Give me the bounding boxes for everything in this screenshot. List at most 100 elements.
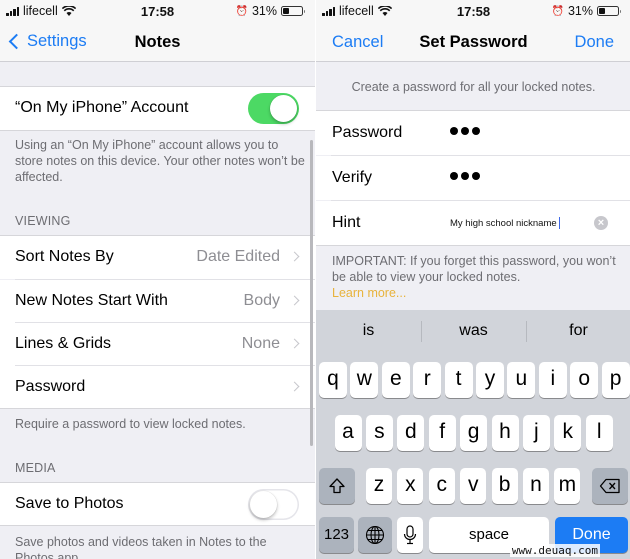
hint-value: My high school nickname [450, 217, 557, 229]
divider [0, 130, 315, 131]
key-o[interactable]: o [570, 362, 599, 398]
key-r[interactable]: r [413, 362, 442, 398]
key-t[interactable]: t [444, 362, 473, 398]
password-label: Password [332, 124, 403, 141]
account-footer-text: Using an “On My iPhone” account allows y… [15, 138, 305, 184]
predictive-bar: is was for [316, 310, 630, 352]
hint-input[interactable]: My high school nickname [450, 217, 561, 229]
learn-more-link[interactable]: Learn more... [332, 286, 406, 300]
key-i[interactable]: i [538, 362, 567, 398]
save-to-photos-toggle[interactable] [248, 489, 299, 520]
hint-field-row: Hint My high school nickname × [316, 201, 630, 245]
microphone-icon [403, 525, 417, 545]
key-c[interactable]: c [428, 468, 455, 504]
row-label: Password [15, 378, 86, 395]
key-u[interactable]: u [507, 362, 536, 398]
backspace-icon [599, 478, 620, 494]
watermark: www.deuaq.com [509, 544, 600, 557]
alarm-icon: ⏰ [551, 5, 564, 17]
key-b[interactable]: b [491, 468, 518, 504]
status-bar: lifecell 17:58 ⏰ 31% [0, 0, 315, 22]
toggle-knob [250, 491, 277, 518]
row-label: Sort Notes By [15, 248, 114, 265]
delete-key[interactable] [592, 468, 628, 504]
keyboard: is was for qwertyuiop asdfghjkl zxcvbnm 12… [316, 310, 630, 559]
lines-and-grids-row[interactable]: Lines & Grids None [0, 323, 315, 366]
done-button[interactable]: Done [575, 33, 614, 52]
save-to-photos-cell: Save to Photos [0, 483, 315, 525]
key-x[interactable]: x [397, 468, 424, 504]
chevron-right-icon [289, 251, 300, 262]
prediction-was[interactable]: was [421, 310, 526, 352]
key-g[interactable]: g [460, 415, 488, 451]
chevron-right-icon [289, 295, 300, 306]
divider [316, 245, 630, 246]
key-n[interactable]: n [523, 468, 549, 504]
text-cursor [558, 217, 561, 229]
key-d[interactable]: d [397, 415, 425, 451]
verify-input[interactable] [450, 172, 480, 180]
caption-text: Create a password for all your locked no… [351, 80, 596, 94]
key-m[interactable]: m [554, 468, 581, 504]
alarm-icon: ⏰ [235, 5, 248, 17]
prediction-is[interactable]: is [316, 310, 421, 352]
key-z[interactable]: z [366, 468, 392, 504]
row-value: Date Edited [196, 248, 280, 265]
password-input[interactable] [450, 127, 480, 135]
navigation-bar: Cancel Set Password Done [316, 22, 630, 62]
key-j[interactable]: j [522, 415, 550, 451]
page-title: Notes [134, 33, 181, 51]
row-value: Body [243, 292, 280, 309]
sort-notes-by-row[interactable]: Sort Notes By Date Edited [0, 236, 315, 279]
key-h[interactable]: h [491, 415, 519, 451]
clear-text-icon[interactable]: × [594, 216, 608, 230]
on-my-iphone-account-label: “On My iPhone” Account [15, 99, 189, 116]
status-bar: lifecell 17:58 ⏰ 31% [316, 0, 630, 22]
row-label: Lines & Grids [15, 335, 112, 352]
viewing-section-header: VIEWING [15, 214, 71, 228]
notes-settings-screen: lifecell 17:58 ⏰ 31% Settings Notes “On … [0, 0, 315, 559]
hint-label: Hint [332, 214, 361, 231]
key-s[interactable]: s [365, 415, 393, 451]
key-w[interactable]: w [350, 362, 379, 398]
divider [0, 525, 315, 526]
divider [0, 408, 315, 409]
key-q[interactable]: q [319, 362, 347, 398]
media-footer-text: Save photos and videos taken in Notes to… [15, 535, 267, 559]
battery-percent: 31% [567, 4, 593, 18]
numbers-key[interactable]: 123 [319, 517, 354, 553]
globe-key[interactable] [358, 517, 392, 553]
key-k[interactable]: k [554, 415, 582, 451]
verify-field-row: Verify [316, 156, 630, 200]
password-row[interactable]: Password [0, 366, 315, 409]
key-v[interactable]: v [460, 468, 487, 504]
navigation-bar: Settings Notes [0, 22, 315, 62]
key-f[interactable]: f [428, 415, 456, 451]
key-p[interactable]: p [601, 362, 630, 398]
row-value: None [241, 335, 280, 352]
shift-icon [329, 478, 345, 494]
battery-icon [597, 6, 621, 16]
chevron-right-icon [289, 338, 300, 349]
prediction-for[interactable]: for [526, 310, 630, 352]
shift-key[interactable] [319, 468, 355, 504]
toggle-knob [270, 95, 297, 122]
chevron-right-icon [289, 381, 300, 392]
key-e[interactable]: e [381, 362, 410, 398]
important-footer: IMPORTANT: If you forget this password, … [332, 253, 622, 301]
key-y[interactable]: y [476, 362, 504, 398]
media-section-header: MEDIA [15, 461, 56, 475]
password-field-row: Password [316, 111, 630, 155]
dictation-key[interactable] [397, 517, 423, 553]
battery-percent: 31% [251, 4, 277, 18]
key-l[interactable]: l [585, 415, 613, 451]
on-my-iphone-account-toggle[interactable] [248, 93, 299, 124]
row-label: New Notes Start With [15, 292, 168, 309]
save-to-photos-label: Save to Photos [15, 495, 124, 512]
scrollbar[interactable] [310, 140, 313, 446]
key-a[interactable]: a [334, 415, 362, 451]
verify-label: Verify [332, 169, 373, 186]
new-notes-start-with-row[interactable]: New Notes Start With Body [0, 280, 315, 323]
battery-icon [281, 6, 305, 16]
set-password-screen: lifecell 17:58 ⏰ 31% Cancel Set Password… [315, 0, 630, 559]
